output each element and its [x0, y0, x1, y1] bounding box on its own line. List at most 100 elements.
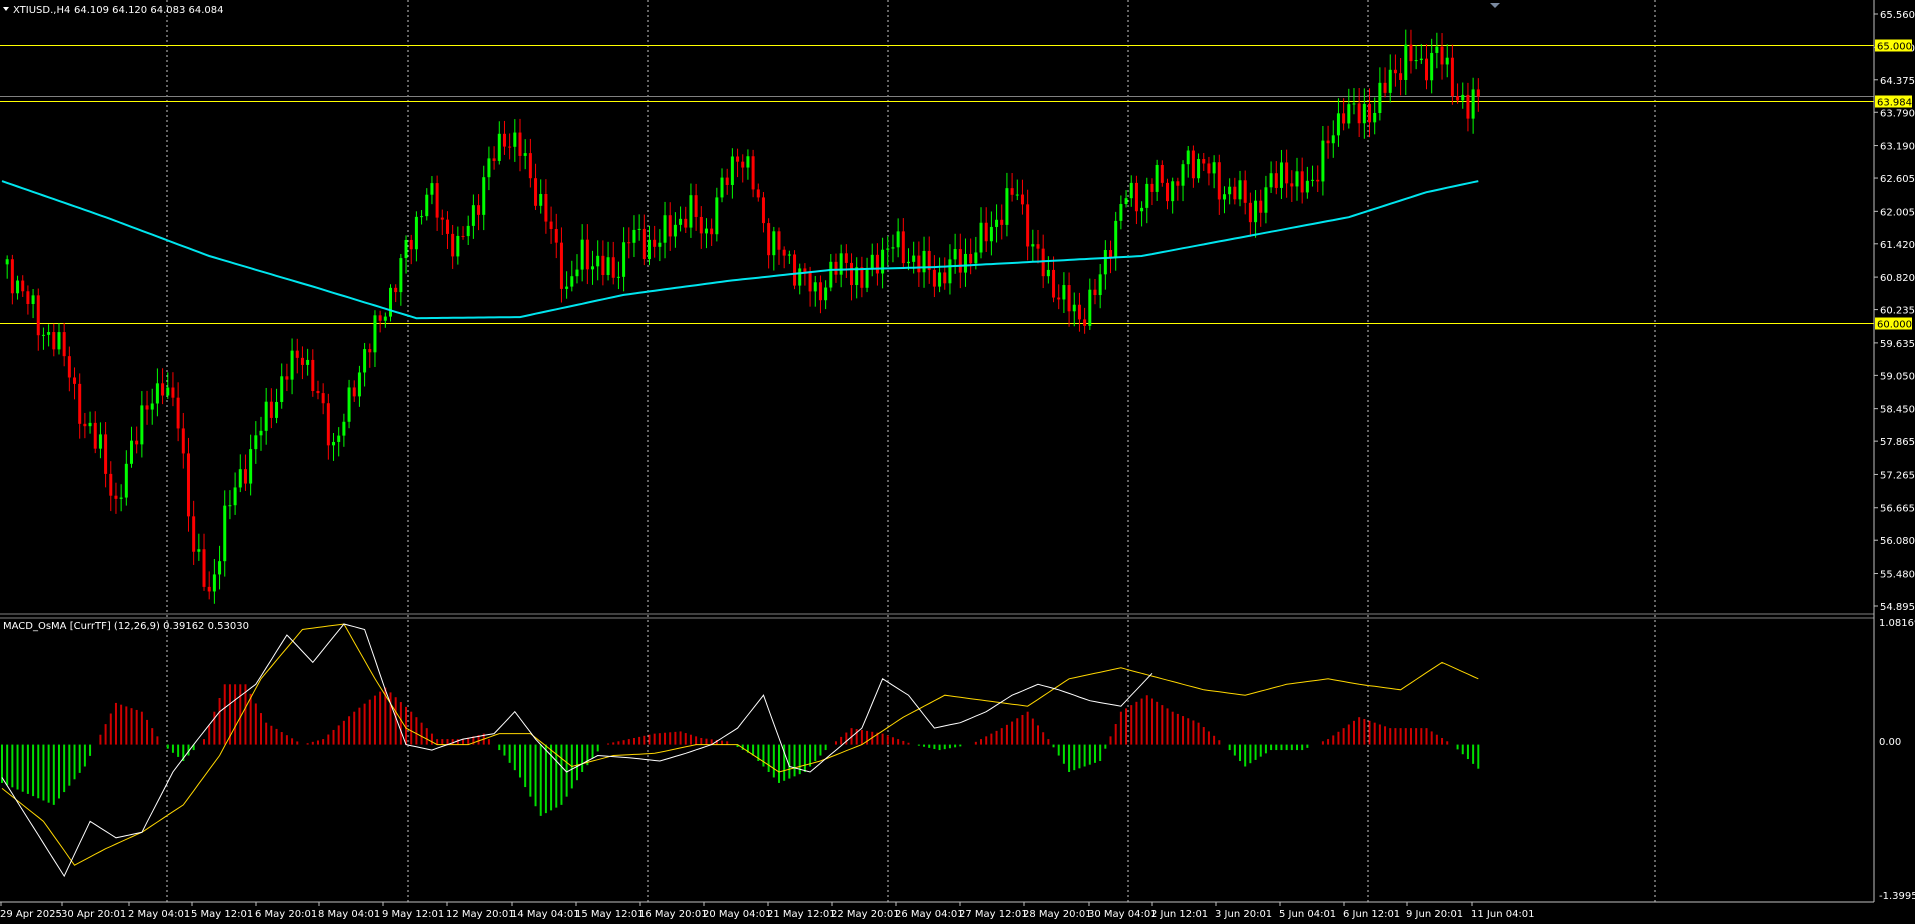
time-tick-label: 21 May 12:01	[767, 909, 836, 920]
candle-body	[1129, 182, 1133, 199]
candle-body	[389, 287, 392, 317]
candle-body	[575, 269, 579, 277]
candle-body	[834, 261, 838, 275]
candle-body	[1000, 219, 1004, 225]
candle-body	[736, 156, 740, 162]
candle-body	[1010, 188, 1014, 195]
chart-background	[0, 0, 1915, 924]
candle-body	[508, 146, 512, 148]
candle-body	[1114, 220, 1118, 259]
time-tick-label: 27 May 12:01	[959, 909, 1028, 920]
level-label: 60.000	[1877, 320, 1912, 331]
candle-body	[989, 226, 993, 242]
candle-body	[720, 177, 724, 198]
price-tick-label: 56.080	[1880, 536, 1915, 547]
candle-body	[311, 359, 315, 392]
candle-body	[974, 252, 978, 264]
candle-body	[1316, 179, 1320, 182]
candle-body	[622, 242, 626, 277]
candle-body	[953, 249, 957, 260]
candle-body	[813, 282, 817, 292]
candle-body	[1119, 204, 1123, 221]
candle-body	[528, 153, 532, 179]
candle-body	[98, 434, 102, 449]
candle-body	[730, 156, 734, 185]
candle-body	[798, 268, 802, 286]
candle-body	[1124, 198, 1128, 205]
candle-body	[228, 505, 232, 507]
candle-body	[342, 421, 346, 436]
candle-body	[969, 253, 973, 264]
candle-body	[1295, 171, 1299, 187]
candle-body	[896, 231, 900, 248]
candle-body	[212, 574, 216, 592]
candle-body	[1238, 180, 1242, 200]
candle-body	[523, 153, 527, 156]
time-tick-label: 8 May 04:01	[318, 909, 380, 920]
candle-body	[140, 405, 144, 445]
candle-body	[1052, 269, 1056, 298]
candle-body	[5, 259, 9, 265]
candle-body	[725, 177, 729, 185]
candle-body	[223, 505, 227, 562]
candle-body	[1259, 200, 1263, 213]
candle-body	[31, 295, 35, 304]
candle-body	[1290, 183, 1294, 187]
time-tick-label: 6 Jun 12:01	[1343, 909, 1400, 920]
candle-body	[534, 178, 538, 206]
candle-body	[1062, 285, 1066, 300]
candle-body	[1176, 181, 1180, 186]
candle-body	[808, 272, 812, 292]
candle-body	[932, 269, 936, 287]
candle-body	[16, 280, 20, 294]
candle-body	[1041, 248, 1045, 277]
candle-body	[756, 189, 760, 198]
level-label: 63.984	[1877, 98, 1912, 109]
candle-body	[938, 272, 942, 287]
candle-body	[383, 316, 387, 321]
price-tick-label: 62.605	[1880, 174, 1915, 185]
price-tick-label: 59.050	[1880, 371, 1915, 382]
candle-body	[1217, 162, 1221, 200]
price-tick-label: 57.865	[1880, 437, 1915, 448]
price-tick-label: 59.635	[1880, 339, 1915, 350]
candle-body	[124, 463, 128, 498]
candle-body	[1155, 164, 1159, 192]
candle-body	[1233, 186, 1237, 200]
symbol-label: XTIUSD.,H4	[13, 5, 70, 16]
candle-body	[704, 228, 708, 234]
candle-body	[62, 332, 66, 357]
candle-body	[1336, 113, 1340, 136]
candle-body	[78, 383, 82, 424]
candle-body	[1347, 104, 1351, 124]
chart-canvas[interactable]: 65.56064.96064.37563.79063.19062.60562.0…	[0, 0, 1915, 924]
candle-body	[1191, 150, 1195, 179]
candle-body	[1425, 58, 1428, 81]
candle-body	[663, 215, 667, 243]
candle-body	[1222, 194, 1226, 200]
time-tick-label: 22 May 20:01	[831, 909, 900, 920]
candle-body	[943, 272, 947, 284]
time-tick-label: 15 May 12:01	[575, 909, 644, 920]
candle-body	[430, 183, 434, 195]
candle-body	[347, 387, 351, 422]
candle-body	[580, 239, 584, 270]
candle-body	[357, 372, 361, 397]
time-tick-label: 5 May 12:01	[191, 909, 253, 920]
time-tick-label: 6 May 20:01	[255, 909, 317, 920]
candle-body	[1026, 204, 1030, 247]
candle-body	[316, 391, 320, 394]
candle-body	[238, 469, 242, 488]
price-tick-label: 63.790	[1880, 108, 1915, 119]
time-tick-label: 9 Jun 20:01	[1406, 909, 1463, 920]
candle-body	[373, 315, 377, 353]
candle-body	[197, 549, 201, 552]
time-tick-label: 14 May 04:01	[511, 909, 580, 920]
candle-body	[1430, 52, 1434, 81]
candle-body	[1046, 269, 1050, 277]
candle-body	[435, 183, 439, 218]
candle-body	[559, 242, 563, 289]
candle-body	[1311, 179, 1315, 181]
candle-body	[616, 276, 620, 278]
candle-body	[767, 223, 771, 256]
